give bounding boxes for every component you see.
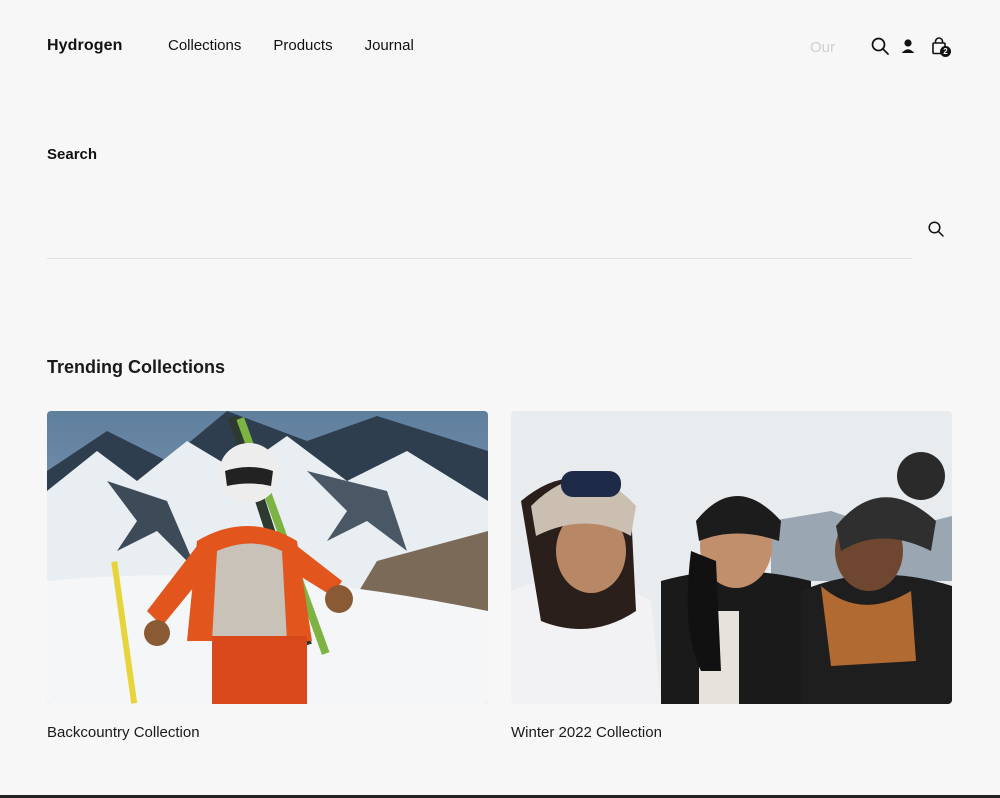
page: Hydrogen Collections Products Journal Ou… bbox=[0, 0, 1000, 798]
cart-button[interactable]: 2 bbox=[929, 36, 951, 57]
header-search-button[interactable] bbox=[870, 36, 890, 56]
site-header: Hydrogen Collections Products Journal Ou… bbox=[0, 0, 1000, 92]
trending-collections-heading: Trending Collections bbox=[47, 357, 226, 377]
collection-title[interactable]: Winter 2022 Collection bbox=[511, 724, 952, 741]
search-icon bbox=[871, 37, 889, 55]
search-icon bbox=[928, 221, 944, 237]
collection-card-backcountry[interactable]: Backcountry Collection bbox=[47, 411, 488, 741]
header-search-hint[interactable]: Our bbox=[810, 39, 835, 56]
account-button[interactable] bbox=[898, 36, 918, 56]
site-logo[interactable]: Hydrogen bbox=[47, 37, 122, 55]
collection-card-winter-2022[interactable]: Winter 2022 Collection bbox=[511, 411, 952, 741]
search-submit-button[interactable] bbox=[927, 220, 945, 238]
main-nav: Collections Products Journal bbox=[168, 37, 446, 54]
nav-item-collections[interactable]: Collections bbox=[168, 37, 241, 54]
collection-image-winter-2022 bbox=[511, 411, 952, 704]
page-title: Search bbox=[47, 146, 98, 163]
collection-image-backcountry bbox=[47, 411, 488, 704]
search-divider bbox=[47, 258, 912, 259]
search-input[interactable] bbox=[47, 214, 912, 244]
cart-count-badge: 2 bbox=[940, 46, 951, 57]
collection-title[interactable]: Backcountry Collection bbox=[47, 724, 488, 741]
nav-item-journal[interactable]: Journal bbox=[365, 37, 414, 54]
account-icon bbox=[901, 39, 915, 53]
nav-item-products[interactable]: Products bbox=[273, 37, 332, 54]
